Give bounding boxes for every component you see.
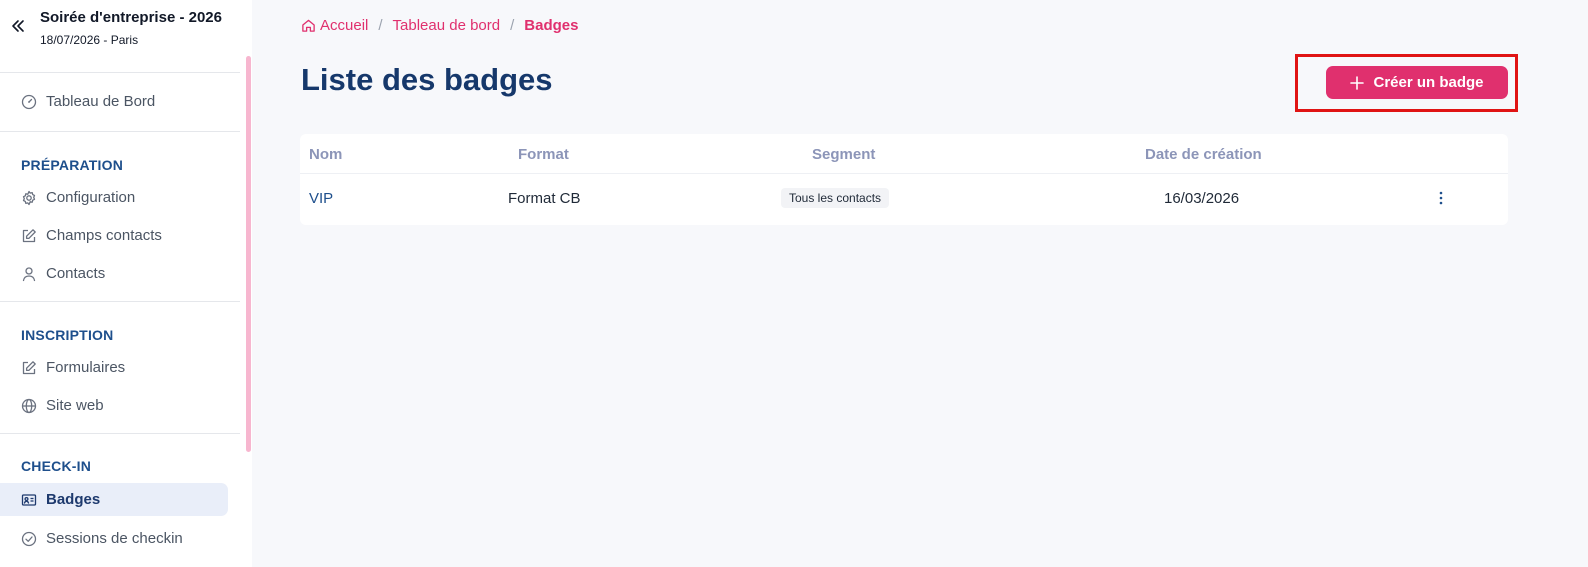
create-badge-button[interactable]: Créer un badge — [1326, 66, 1508, 99]
column-header-created-date[interactable]: Date de création — [1145, 146, 1262, 163]
divider — [0, 72, 240, 73]
sidebar-item-badges[interactable]: Badges — [0, 483, 228, 516]
section-title-preparation: PRÉPARATION — [21, 157, 124, 173]
sidebar-item-forms[interactable]: Formulaires — [0, 351, 228, 384]
more-options-icon[interactable] — [1433, 188, 1449, 208]
column-header-name[interactable]: Nom — [309, 146, 342, 163]
badge-created-date: 16/03/2026 — [1164, 190, 1240, 207]
sidebar-item-label: Formulaires — [46, 359, 126, 376]
sidebar-item-label: Contacts — [46, 265, 106, 282]
divider — [0, 433, 240, 434]
segment-chip: Tous les contacts — [781, 188, 890, 208]
sidebar-item-checkin-sessions[interactable]: Sessions de checkin — [0, 522, 228, 555]
breadcrumb-home-label: Accueil — [320, 17, 369, 34]
sidebar-item-label: Tableau de Bord — [46, 93, 156, 110]
breadcrumb-current: Badges — [524, 17, 579, 34]
sidebar-item-contacts[interactable]: Contacts — [0, 257, 228, 290]
divider — [0, 131, 240, 132]
column-header-segment[interactable]: Segment — [812, 146, 875, 163]
double-chevron-left-icon[interactable] — [8, 16, 28, 36]
column-header-format[interactable]: Format — [518, 146, 569, 163]
breadcrumb-separator: / — [378, 17, 383, 34]
breadcrumb: Accueil / Tableau de bord / Badges — [301, 17, 578, 34]
sidebar: Soirée d'entreprise - 2026 18/07/2026 - … — [0, 0, 252, 567]
divider — [0, 301, 240, 302]
badge-format: Format CB — [508, 190, 581, 207]
event-header: Soirée d'entreprise - 2026 18/07/2026 - … — [0, 0, 240, 72]
edit-icon — [22, 228, 36, 242]
globe-icon — [21, 398, 37, 413]
id-card-icon — [21, 493, 37, 506]
breadcrumb-home[interactable]: Accueil — [301, 17, 368, 34]
sidebar-item-label: Configuration — [46, 189, 136, 206]
sidebar-item-label: Site web — [46, 397, 104, 414]
event-date-location: 18/07/2026 - Paris — [40, 33, 139, 47]
badge-name-link[interactable]: VIP — [309, 190, 333, 207]
event-title: Soirée d'entreprise - 2026 — [40, 9, 222, 26]
sidebar-item-dashboard[interactable]: Tableau de Bord — [0, 85, 228, 118]
check-circle-icon — [21, 531, 37, 546]
sidebar-item-website[interactable]: Site web — [0, 389, 228, 422]
sidebar-scrollbar[interactable] — [246, 56, 251, 452]
gauge-icon — [21, 94, 37, 109]
user-icon — [22, 266, 36, 281]
sidebar-item-label: Badges — [46, 491, 101, 508]
create-badge-label: Créer un badge — [1373, 74, 1484, 91]
table-header: Nom Format Segment Date de création — [300, 134, 1508, 174]
section-title-check-in: CHECK-IN — [21, 458, 92, 474]
sidebar-item-label: Champs contacts — [46, 227, 162, 244]
breadcrumb-dashboard[interactable]: Tableau de bord — [393, 17, 501, 34]
gear-icon — [22, 190, 36, 205]
sidebar-item-contact-fields[interactable]: Champs contacts — [0, 219, 228, 252]
sidebar-item-configuration[interactable]: Configuration — [0, 181, 228, 214]
table-row[interactable]: VIP Format CB Tous les contacts 16/03/20… — [300, 174, 1508, 225]
page-title: Liste des badges — [301, 62, 553, 97]
edit-icon — [22, 360, 36, 374]
sidebar-item-label: Sessions de checkin — [46, 530, 183, 547]
section-title-inscription: INSCRIPTION — [21, 327, 114, 343]
badges-table: Nom Format Segment Date de création VIP … — [300, 134, 1508, 225]
breadcrumb-separator: / — [510, 17, 515, 34]
home-icon — [302, 19, 315, 32]
plus-icon — [1350, 75, 1365, 90]
